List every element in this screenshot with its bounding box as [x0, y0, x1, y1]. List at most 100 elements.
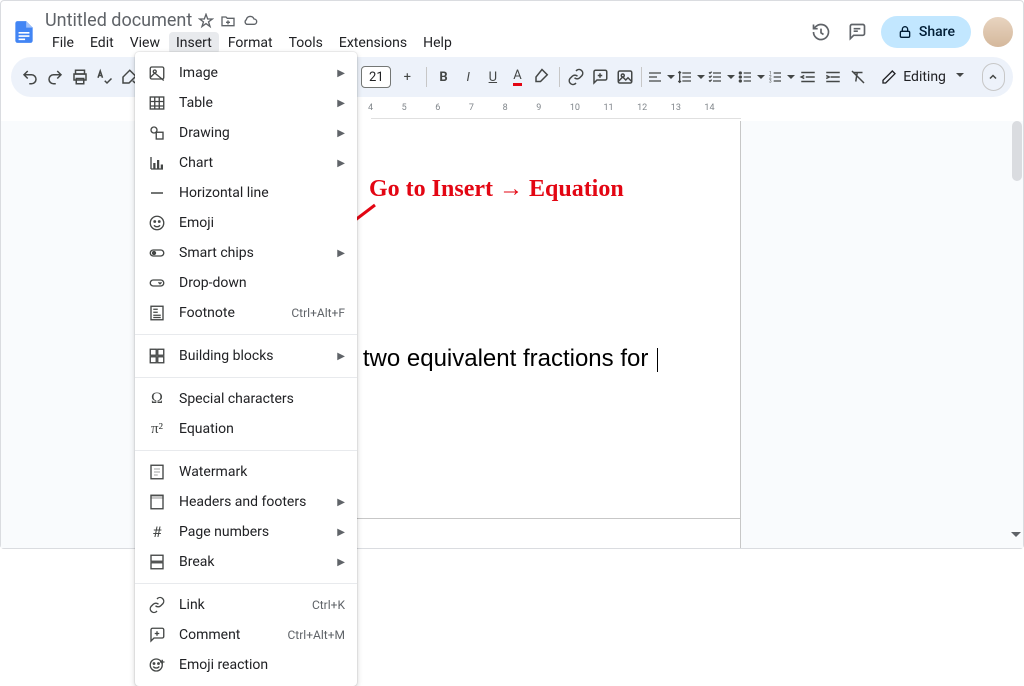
insert-equation[interactable]: π²Equation — [135, 414, 357, 444]
insert-emoji-reaction[interactable]: Emoji reaction — [135, 650, 357, 680]
menu-tools[interactable]: Tools — [282, 32, 330, 54]
insert-table[interactable]: Table▶ — [135, 88, 357, 118]
align-button[interactable] — [647, 63, 675, 91]
numbered-list-button[interactable]: 123 — [767, 63, 795, 91]
redo-button[interactable] — [44, 63, 67, 91]
clear-format-button[interactable] — [847, 63, 870, 91]
pagenum-icon: # — [147, 522, 167, 542]
menu-item-label: Table — [179, 95, 337, 111]
insert-building-blocks[interactable]: Building blocks▶ — [135, 341, 357, 371]
smartchips-icon — [147, 243, 167, 263]
menu-view[interactable]: View — [123, 32, 167, 54]
emoji-icon — [147, 213, 167, 233]
insert-smart-chips[interactable]: Smart chips▶ — [135, 238, 357, 268]
menu-item-label: Headers and footers — [179, 494, 337, 510]
insert-break[interactable]: Break▶ — [135, 547, 357, 577]
watermark-icon — [147, 462, 167, 482]
chevron-right-icon: ▶ — [337, 158, 345, 169]
insert-horizontal-line[interactable]: Horizontal line — [135, 178, 357, 208]
insert-image-button[interactable] — [614, 63, 637, 91]
spellcheck-button[interactable] — [93, 63, 116, 91]
chevron-right-icon: ▶ — [337, 98, 345, 109]
line-spacing-button[interactable] — [677, 63, 705, 91]
image-icon — [147, 63, 167, 83]
text-color-button[interactable]: A — [506, 63, 529, 91]
comments-icon[interactable] — [845, 20, 869, 44]
insert-drawing[interactable]: Drawing▶ — [135, 118, 357, 148]
indent-decrease-button[interactable] — [797, 63, 820, 91]
highlight-button[interactable] — [531, 63, 554, 91]
menu-item-label: Emoji — [179, 215, 345, 231]
menu-item-label: Horizontal line — [179, 185, 345, 201]
checklist-button[interactable] — [707, 63, 735, 91]
insert-menu-dropdown: Image▶Table▶Drawing▶Chart▶Horizontal lin… — [135, 52, 357, 686]
undo-button[interactable] — [19, 63, 42, 91]
doc-title[interactable]: Untitled document — [45, 10, 192, 31]
insert-page-numbers[interactable]: # Page numbers▶ — [135, 517, 357, 547]
chevron-right-icon: ▶ — [337, 248, 345, 259]
insert-comment[interactable]: CommentCtrl+Alt+M — [135, 620, 357, 650]
collapse-toolbar-button[interactable] — [982, 63, 1005, 91]
editing-mode-label: Editing — [903, 69, 946, 85]
menu-insert[interactable]: Insert — [169, 32, 219, 54]
menu-item-label: Break — [179, 554, 337, 570]
menu-extensions[interactable]: Extensions — [332, 32, 414, 54]
chevron-right-icon: ▶ — [337, 527, 345, 538]
insert-drop-down[interactable]: Drop-down — [135, 268, 357, 298]
menu-item-label: Building blocks — [179, 348, 337, 364]
bullet-list-button[interactable] — [737, 63, 765, 91]
menu-item-label: Footnote — [179, 305, 291, 321]
insert-special-characters[interactable]: Ω Special characters — [135, 384, 357, 414]
editing-mode-button[interactable]: Editing — [871, 65, 974, 89]
hline-icon — [147, 183, 167, 203]
menu-item-label: Smart chips — [179, 245, 337, 261]
print-button[interactable] — [68, 63, 91, 91]
footnote-icon — [147, 303, 167, 323]
fontsize-input[interactable]: 21 — [361, 66, 391, 88]
menu-item-label: Equation — [179, 421, 345, 437]
avatar[interactable] — [983, 17, 1013, 47]
comment-icon — [147, 625, 167, 645]
insert-comment-button[interactable] — [589, 63, 612, 91]
vertical-scrollbar[interactable] — [1011, 121, 1023, 548]
move-icon[interactable] — [220, 13, 236, 29]
indent-increase-button[interactable] — [822, 63, 845, 91]
table-icon — [147, 93, 167, 113]
menu-file[interactable]: File — [45, 32, 81, 54]
menu-item-label: Page numbers — [179, 524, 337, 540]
underline-button[interactable]: U — [482, 63, 505, 91]
menu-item-label: Drawing — [179, 125, 337, 141]
fontsize-plus[interactable]: + — [393, 63, 421, 91]
menu-item-label: Special characters — [179, 391, 345, 407]
dropdown-icon — [147, 273, 167, 293]
insert-footnote[interactable]: FootnoteCtrl+Alt+F — [135, 298, 357, 328]
chevron-right-icon: ▶ — [337, 557, 345, 568]
menu-edit[interactable]: Edit — [83, 32, 121, 54]
italic-button[interactable]: I — [457, 63, 480, 91]
link-icon — [147, 595, 167, 615]
cloud-status-icon[interactable] — [242, 13, 258, 29]
menu-help[interactable]: Help — [416, 32, 459, 54]
insert-chart[interactable]: Chart▶ — [135, 148, 357, 178]
insert-headers-and-footers[interactable]: Headers and footers▶ — [135, 487, 357, 517]
insert-link[interactable]: LinkCtrl+K — [135, 590, 357, 620]
menu-item-label: Watermark — [179, 464, 345, 480]
history-icon[interactable] — [809, 20, 833, 44]
insert-link-button[interactable] — [564, 63, 587, 91]
chevron-right-icon: ▶ — [337, 128, 345, 139]
menu-item-label: Image — [179, 65, 337, 81]
star-icon[interactable] — [198, 13, 214, 29]
omega-icon: Ω — [147, 389, 167, 409]
drawing-icon — [147, 123, 167, 143]
menu-item-label: Drop-down — [179, 275, 345, 291]
insert-watermark[interactable]: Watermark — [135, 457, 357, 487]
menu-item-label: Chart — [179, 155, 337, 171]
insert-image[interactable]: Image▶ — [135, 58, 357, 88]
bold-button[interactable]: B — [432, 63, 455, 91]
menu-format[interactable]: Format — [221, 32, 280, 54]
insert-emoji[interactable]: Emoji — [135, 208, 357, 238]
share-button[interactable]: Share — [881, 16, 971, 48]
document-text[interactable]: rite two equivalent fractions for — [323, 345, 658, 373]
share-label: Share — [919, 24, 955, 40]
chart-icon — [147, 153, 167, 173]
